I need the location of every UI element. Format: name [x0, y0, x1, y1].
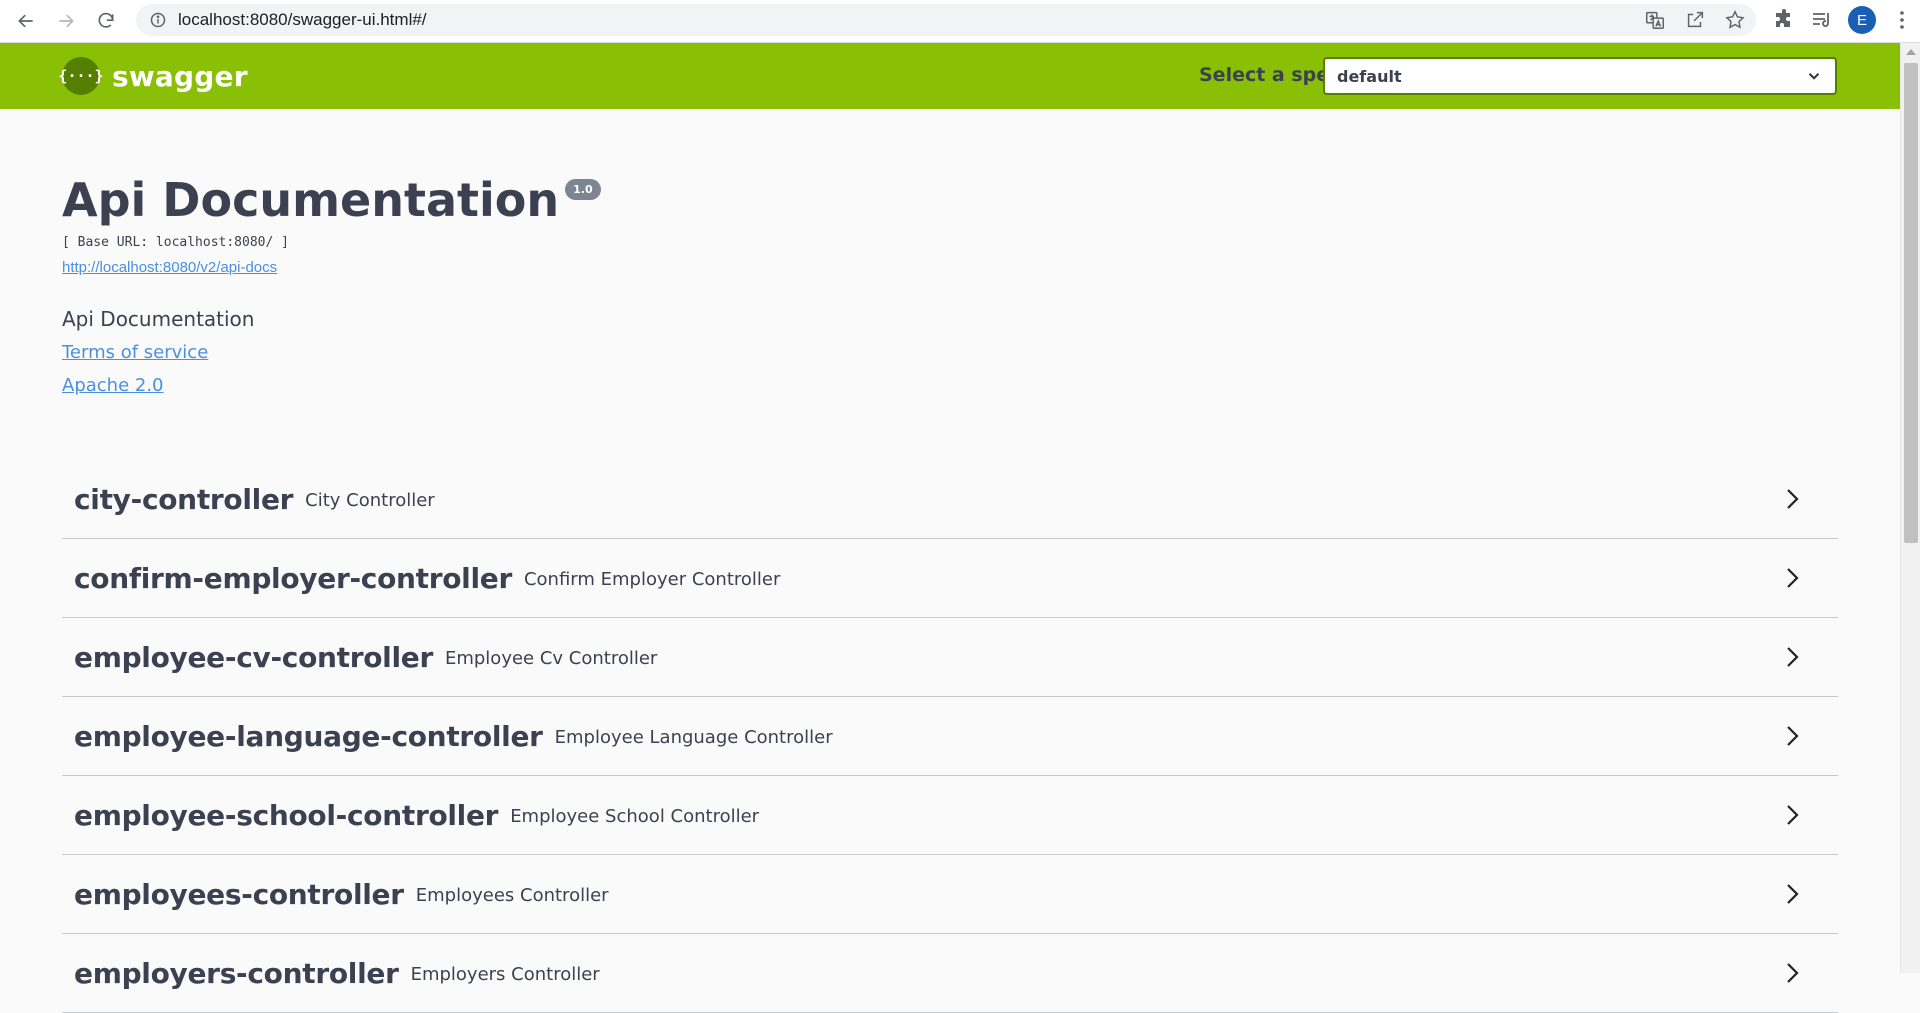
profile-avatar[interactable]: E [1848, 6, 1876, 34]
controller-description: Employee Language Controller [554, 726, 833, 748]
controller-section[interactable]: employee-language-controller Employee La… [62, 697, 1838, 776]
omnibox-actions [1644, 4, 1746, 36]
bookmark-star-icon[interactable] [1724, 9, 1746, 31]
chevron-right-icon[interactable] [1780, 882, 1804, 906]
select-spec-label: Select a spec [1199, 64, 1341, 86]
swagger-topbar: {···} swagger Select a spec default [0, 43, 1900, 109]
license-link[interactable]: Apache 2.0 [62, 375, 164, 396]
title-row: Api Documentation 1.0 [62, 177, 601, 223]
controller-description: Confirm Employer Controller [523, 568, 781, 590]
back-button[interactable] [6, 1, 46, 41]
page-scrollbar[interactable] [1900, 43, 1920, 973]
forward-button[interactable] [46, 1, 86, 41]
controller-name: employee-cv-controller [74, 640, 433, 674]
spec-select[interactable]: default [1323, 57, 1837, 95]
swagger-logo-icon: {···} [58, 57, 104, 95]
address-bar[interactable]: localhost:8080/swagger-ui.html#/ [136, 4, 1756, 36]
reload-button[interactable] [86, 1, 126, 41]
arrow-right-icon [59, 14, 74, 28]
chevron-right-icon[interactable] [1780, 566, 1804, 590]
swagger-logo-text: swagger [112, 59, 248, 93]
controller-section[interactable]: city-controller City Controller [62, 460, 1838, 539]
chevron-right-icon[interactable] [1780, 645, 1804, 669]
arrow-left-icon [18, 14, 33, 28]
controller-section[interactable]: employee-cv-controller Employee Cv Contr… [62, 618, 1838, 697]
spec-select-value: default [1337, 66, 1402, 86]
chevron-right-icon[interactable] [1780, 961, 1804, 985]
site-info-icon[interactable] [150, 12, 166, 28]
reload-icon [98, 12, 114, 28]
base-url: [ Base URL: localhost:8080/ ] [62, 235, 289, 250]
controller-section[interactable]: employee-school-controller Employee Scho… [62, 776, 1838, 855]
extensions-icon[interactable] [1772, 8, 1796, 32]
controller-name: employers-controller [74, 956, 399, 990]
controller-description: Employee Cv Controller [444, 647, 658, 669]
browser-extensions: E [1772, 0, 1914, 40]
controller-list: city-controller City Controller confirm-… [62, 460, 1838, 1013]
controller-description: Employee School Controller [510, 805, 760, 827]
api-description: Api Documentation [62, 307, 255, 331]
reading-list-icon[interactable] [1810, 8, 1834, 32]
controller-description: Employers Controller [410, 963, 600, 985]
browser-toolbar: localhost:8080/swagger-ui.html#/ E [0, 0, 1920, 43]
controller-description: City Controller [305, 489, 435, 511]
controller-description: Employees Controller [415, 884, 609, 906]
share-icon[interactable] [1684, 9, 1706, 31]
controller-name: city-controller [74, 482, 294, 516]
page-title: Api Documentation [62, 173, 560, 227]
controller-section[interactable]: confirm-employer-controller Confirm Empl… [62, 539, 1838, 618]
controller-name: employee-language-controller [74, 719, 543, 753]
scroll-up-arrow-icon[interactable] [1906, 49, 1916, 55]
controller-name: employee-school-controller [74, 798, 499, 832]
controller-section[interactable]: employers-controller Employers Controlle… [62, 934, 1838, 1013]
url-text: localhost:8080/swagger-ui.html#/ [178, 10, 427, 29]
version-badge: 1.0 [565, 179, 601, 200]
controller-name: confirm-employer-controller [74, 561, 512, 595]
translate-icon[interactable] [1644, 9, 1666, 31]
chevron-right-icon[interactable] [1780, 803, 1804, 827]
chevron-right-icon[interactable] [1780, 724, 1804, 748]
chevron-right-icon[interactable] [1780, 487, 1804, 511]
scrollbar-thumb[interactable] [1904, 63, 1918, 543]
api-docs-link[interactable]: http://localhost:8080/v2/api-docs [62, 259, 277, 276]
terms-of-service-link[interactable]: Terms of service [62, 342, 208, 363]
swagger-logo[interactable]: {···} swagger [58, 57, 248, 95]
chevron-down-icon [1805, 67, 1823, 85]
more-menu-icon[interactable] [1890, 8, 1914, 32]
controller-section[interactable]: employees-controller Employees Controlle… [62, 855, 1838, 934]
controller-name: employees-controller [74, 877, 404, 911]
